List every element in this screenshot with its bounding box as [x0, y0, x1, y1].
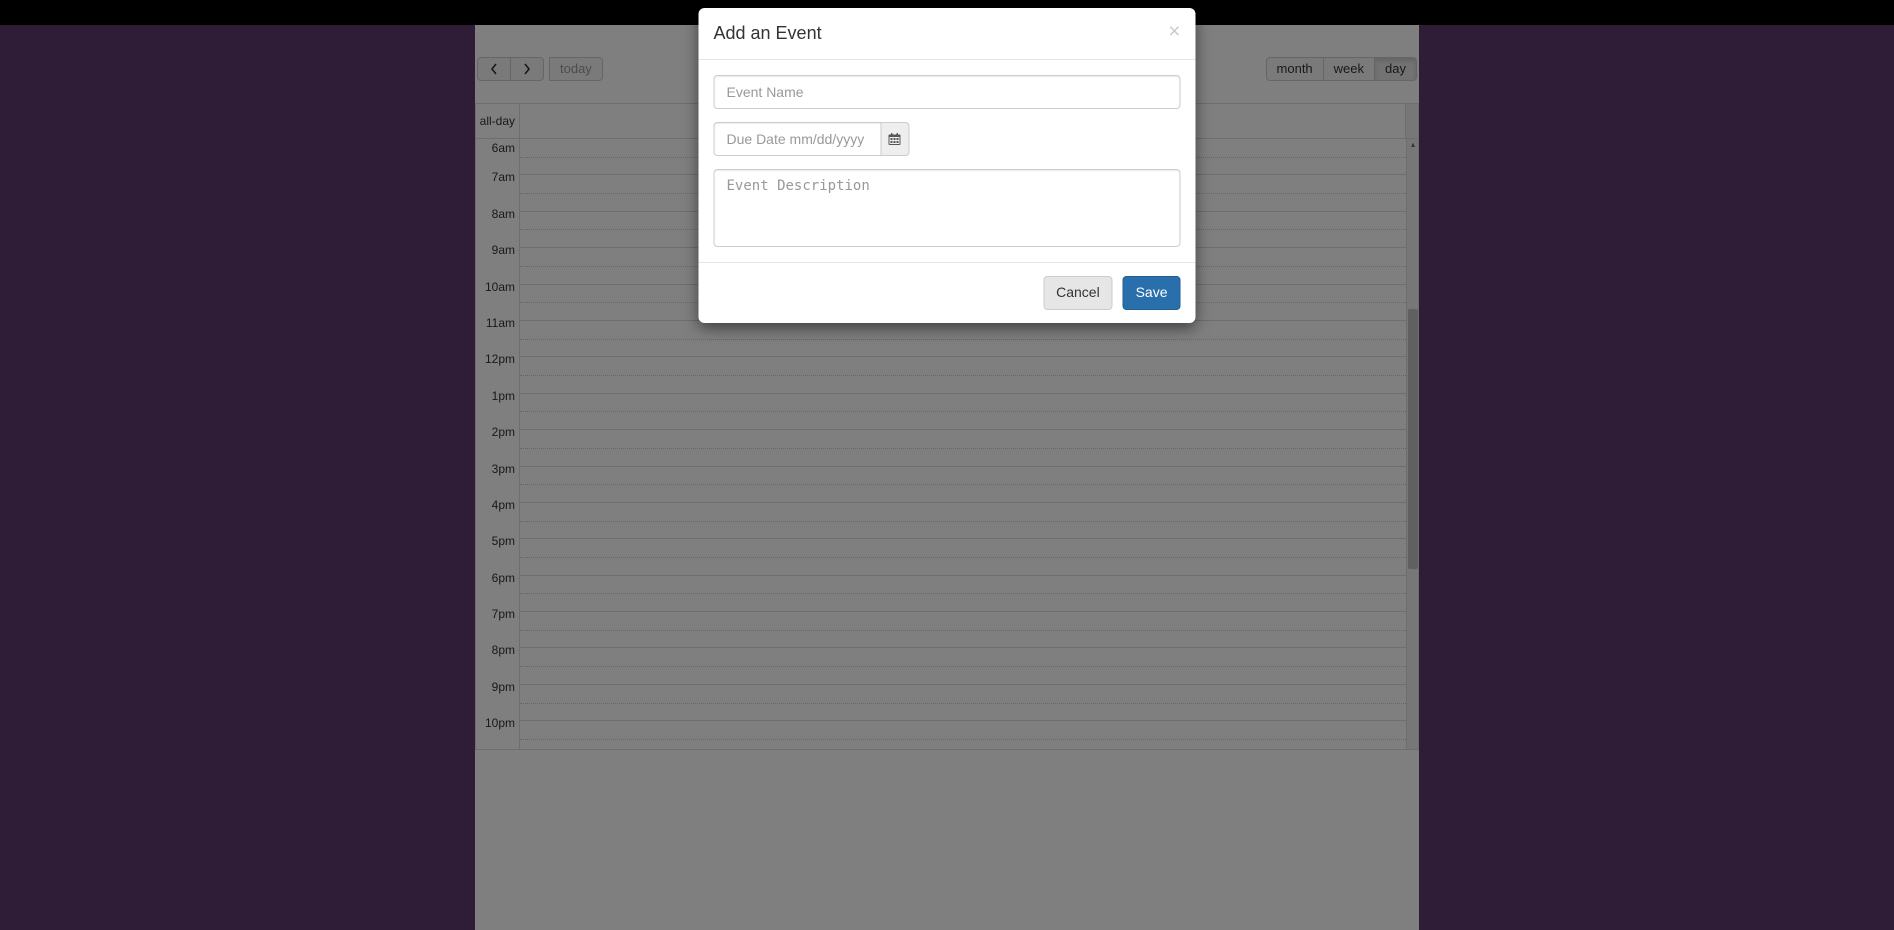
- hour-label: 3pm: [476, 460, 520, 496]
- hour-label: 8pm: [476, 641, 520, 677]
- close-button[interactable]: ×: [1168, 21, 1180, 42]
- time-slot[interactable]: [520, 467, 1406, 503]
- hour-label: 7pm: [476, 605, 520, 641]
- time-slot[interactable]: [520, 539, 1406, 575]
- cancel-button[interactable]: Cancel: [1043, 276, 1113, 310]
- date-picker-button[interactable]: [881, 122, 909, 156]
- hour-row: 4pm: [476, 503, 1406, 539]
- hour-label: 10am: [476, 278, 520, 314]
- due-date-input[interactable]: [714, 122, 882, 156]
- view-switcher: month week day: [1266, 57, 1417, 81]
- hour-row: 8pm: [476, 648, 1406, 684]
- save-button[interactable]: Save: [1123, 276, 1181, 310]
- chevron-right-icon: [523, 63, 531, 75]
- hour-row: 10pm: [476, 721, 1406, 749]
- today-button[interactable]: today: [549, 57, 603, 81]
- time-slot[interactable]: [520, 394, 1406, 430]
- view-month-button[interactable]: month: [1266, 57, 1324, 81]
- hour-row: 12pm: [476, 357, 1406, 393]
- hour-row: 11am: [476, 321, 1406, 357]
- hour-row: 1pm: [476, 394, 1406, 430]
- hour-label: 1pm: [476, 387, 520, 423]
- time-slot[interactable]: [520, 357, 1406, 393]
- time-slot[interactable]: [520, 648, 1406, 684]
- hour-label: 2pm: [476, 423, 520, 459]
- scrollbar-thumb[interactable]: [1408, 309, 1418, 569]
- hour-row: 6pm: [476, 576, 1406, 612]
- event-name-input[interactable]: [714, 75, 1181, 109]
- modal-body: [699, 60, 1196, 262]
- hour-row: 3pm: [476, 467, 1406, 503]
- calendar-icon: [889, 133, 901, 145]
- allday-label: all-day: [476, 104, 520, 138]
- hour-label: 11am: [476, 314, 520, 350]
- modal-title: Add an Event: [714, 23, 822, 43]
- prev-button[interactable]: [477, 57, 511, 81]
- time-slot[interactable]: [520, 685, 1406, 721]
- view-week-button[interactable]: week: [1323, 57, 1375, 81]
- view-day-button[interactable]: day: [1374, 57, 1417, 81]
- hour-label: 4pm: [476, 496, 520, 532]
- next-button[interactable]: [510, 57, 544, 81]
- time-slot[interactable]: [520, 503, 1406, 539]
- hour-label: 8am: [476, 205, 520, 241]
- modal-footer: Cancel Save: [699, 262, 1196, 323]
- hour-label: 7am: [476, 168, 520, 204]
- time-slot[interactable]: [520, 430, 1406, 466]
- hour-row: 7pm: [476, 612, 1406, 648]
- hour-label: 9pm: [476, 678, 520, 714]
- hour-label: 6pm: [476, 569, 520, 605]
- chevron-left-icon: [490, 63, 498, 75]
- time-slot[interactable]: [520, 321, 1406, 357]
- scroll-up-icon[interactable]: ▴: [1407, 139, 1418, 151]
- add-event-modal: Add an Event ×: [699, 8, 1196, 323]
- hour-label: 5pm: [476, 532, 520, 568]
- hour-row: 5pm: [476, 539, 1406, 575]
- scrollbar[interactable]: ▴: [1406, 139, 1418, 749]
- modal-header: Add an Event ×: [699, 8, 1196, 60]
- hour-label: 12pm: [476, 350, 520, 386]
- time-slot[interactable]: [520, 576, 1406, 612]
- hour-row: 2pm: [476, 430, 1406, 466]
- time-slot[interactable]: [520, 721, 1406, 749]
- hour-label: 9am: [476, 241, 520, 277]
- event-description-input[interactable]: [714, 169, 1181, 247]
- hour-label: 10pm: [476, 714, 520, 749]
- time-slot[interactable]: [520, 612, 1406, 648]
- hour-row: 9pm: [476, 685, 1406, 721]
